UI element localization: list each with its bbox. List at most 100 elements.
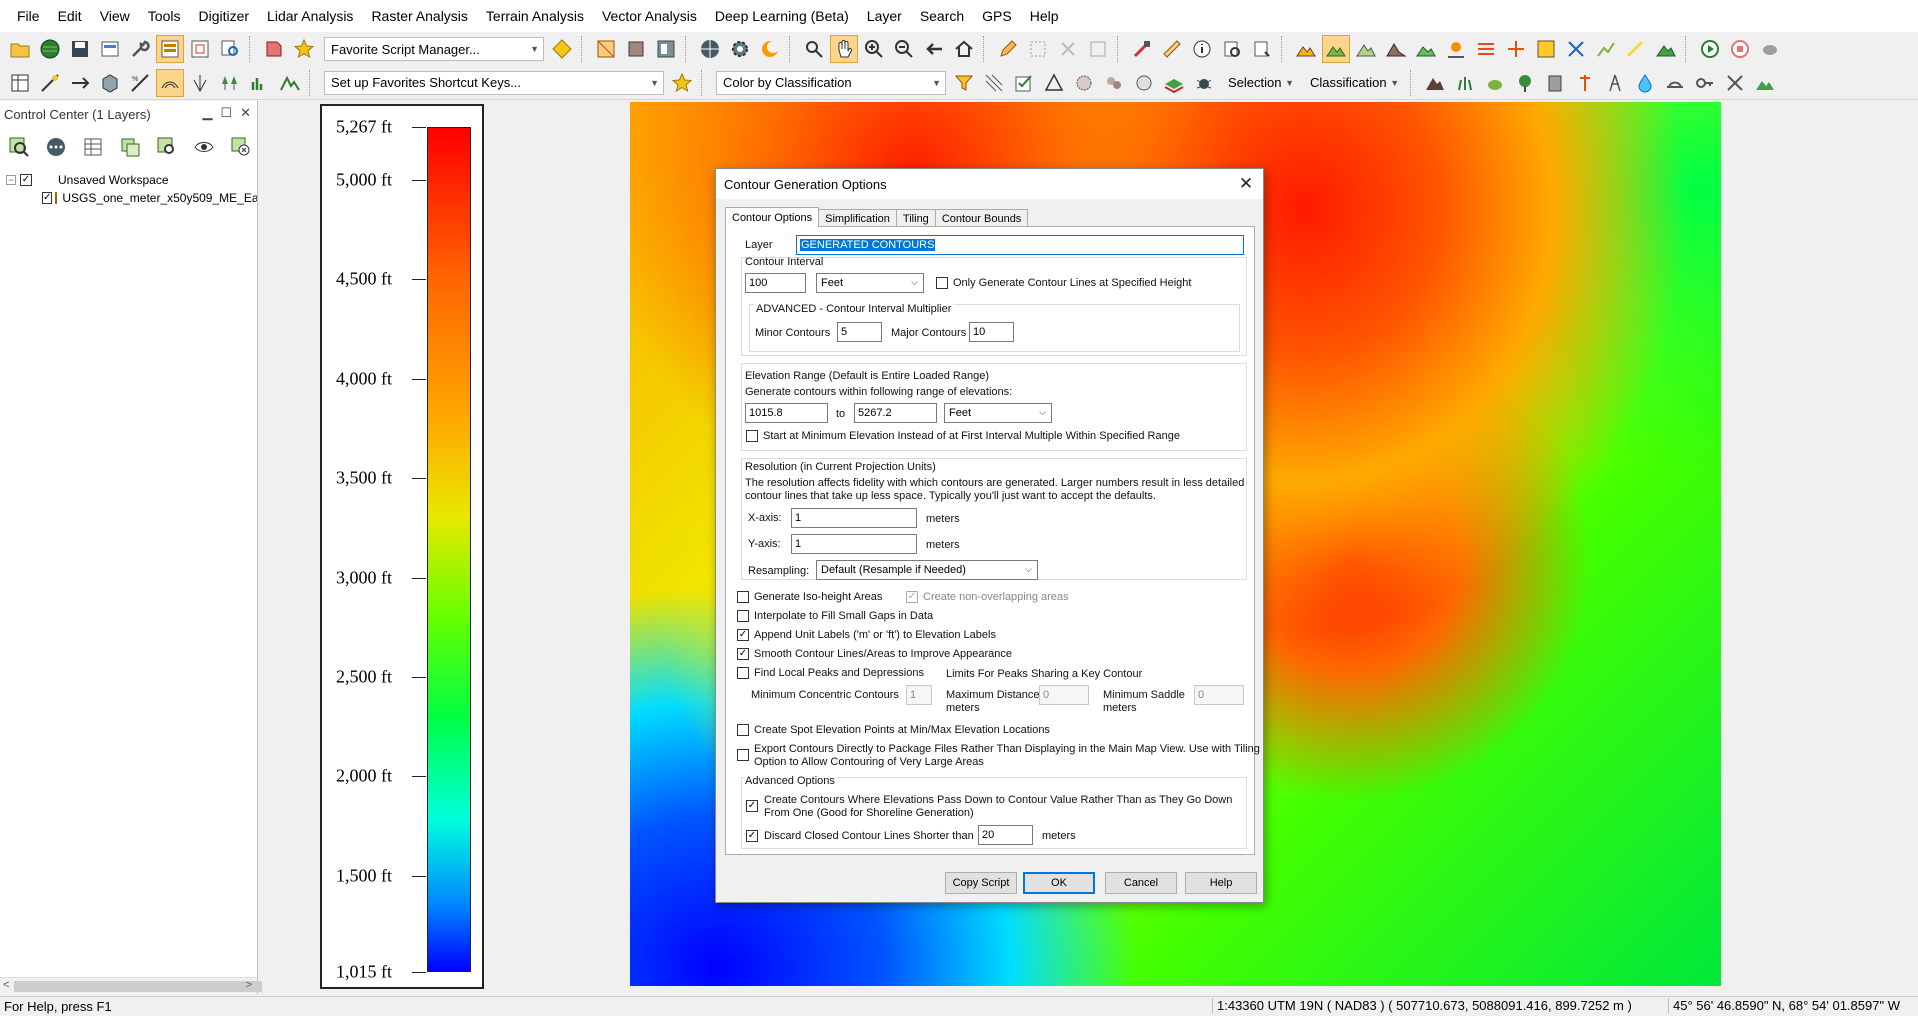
close-icon[interactable]: ✕ — [1235, 173, 1257, 195]
terrain-profile-icon[interactable] — [1751, 69, 1779, 97]
lidar-icon[interactable] — [186, 69, 214, 97]
water-drop-icon[interactable] — [1631, 69, 1659, 97]
bug-icon[interactable] — [1190, 69, 1218, 97]
help-button[interactable]: Help — [1185, 872, 1257, 894]
menu-edit[interactable]: Edit — [49, 8, 91, 24]
filter-funnel-icon[interactable] — [950, 69, 978, 97]
config-gear-icon[interactable] — [726, 35, 754, 63]
discard-length-input[interactable]: 20 — [978, 825, 1033, 845]
elevation-unit-select[interactable]: Feet ⌵ — [944, 403, 1052, 423]
script-run-icon[interactable] — [260, 35, 288, 63]
vector-tool-icon[interactable] — [36, 69, 64, 97]
back-arrow-icon[interactable] — [920, 35, 948, 63]
menu-raster-analysis[interactable]: Raster Analysis — [362, 8, 476, 24]
contour-tool-icon[interactable] — [156, 68, 184, 97]
terrain-3-icon[interactable] — [1352, 35, 1380, 63]
feature-edit-icon[interactable] — [1084, 35, 1112, 63]
export-packages-checkbox[interactable] — [737, 749, 749, 761]
zoom-select-icon[interactable] — [800, 35, 828, 63]
non-overlapping-checkbox[interactable]: ✓ — [906, 591, 918, 603]
zoom-in-icon[interactable] — [860, 35, 888, 63]
home-icon[interactable] — [950, 35, 978, 63]
grass-icon[interactable] — [1451, 69, 1479, 97]
max-distance-input[interactable]: 0 — [1039, 685, 1089, 705]
menu-digitizer[interactable]: Digitizer — [189, 8, 258, 24]
visibility-eye-icon[interactable] — [189, 132, 218, 162]
terrain-9-icon[interactable] — [1532, 35, 1560, 63]
resampling-select[interactable]: Default (Resample if Needed) ⌵ — [816, 560, 1038, 580]
zoom-out-icon[interactable] — [890, 35, 918, 63]
script-favorite-icon[interactable] — [290, 35, 318, 63]
stop-icon[interactable] — [1726, 35, 1754, 63]
cancel-button[interactable]: Cancel — [1105, 872, 1177, 894]
min-saddle-input[interactable]: 0 — [1194, 685, 1244, 705]
workspace-checkbox[interactable]: ✓ — [20, 174, 32, 186]
run-script-diamond-icon[interactable] — [548, 35, 576, 63]
sun-shader-icon[interactable] — [756, 35, 784, 63]
terrain-13-icon[interactable] — [1652, 35, 1680, 63]
menu-terrain-analysis[interactable]: Terrain Analysis — [477, 8, 593, 24]
spot-elevation-checkbox[interactable] — [737, 724, 749, 736]
tab-simplification[interactable]: Simplification — [818, 209, 897, 227]
select-box-icon[interactable] — [1024, 35, 1052, 63]
y-axis-input[interactable]: 1 — [791, 534, 917, 554]
minor-contours-input[interactable]: 5 — [837, 322, 882, 342]
tree-icon[interactable] — [1511, 69, 1539, 97]
tab-tiling[interactable]: Tiling — [895, 209, 936, 227]
menu-tools[interactable]: Tools — [139, 8, 190, 24]
scroll-right-icon[interactable]: > — [246, 979, 252, 991]
control-center-icon[interactable] — [156, 35, 184, 63]
x-axis-input[interactable]: 1 — [791, 508, 917, 528]
find-layer-icon[interactable] — [152, 132, 181, 162]
classification-dropdown[interactable]: Classification ▼ — [1302, 75, 1407, 90]
terrain-7-icon[interactable] — [1472, 35, 1500, 63]
menu-deep-learning-beta[interactable]: Deep Learning (Beta) — [706, 8, 858, 24]
favorite-star-icon[interactable] — [668, 69, 696, 97]
tab-contour-bounds[interactable]: Contour Bounds — [934, 209, 1029, 227]
clear-class-icon[interactable] — [1721, 69, 1749, 97]
path-profile-icon[interactable] — [1248, 35, 1276, 63]
open-folder-icon[interactable] — [6, 35, 34, 63]
elevation-min-input[interactable]: 1015.8 — [745, 403, 828, 423]
cluster-icon[interactable] — [1100, 69, 1128, 97]
point-cloud-icon[interactable] — [1070, 69, 1098, 97]
tree-layer-row[interactable]: ✓ USGS_one_meter_x50y509_ME_Eastern_B1_2… — [6, 189, 257, 207]
grid-hatch-icon[interactable] — [980, 69, 1008, 97]
color-by-combo[interactable]: Color by Classification ▼ — [716, 70, 946, 95]
close-layer-icon[interactable] — [226, 132, 255, 162]
bars-chart-icon[interactable] — [246, 69, 274, 97]
trees-icon[interactable] — [216, 69, 244, 97]
bridge-icon[interactable] — [1661, 69, 1689, 97]
smooth-checkbox[interactable]: ✓ — [737, 648, 749, 660]
measure-ruler-icon[interactable] — [1158, 35, 1186, 63]
start-at-min-checkbox[interactable] — [746, 430, 758, 442]
layer-name-input[interactable]: GENERATED CONTOURS — [796, 235, 1244, 255]
terrain-2-icon[interactable] — [1322, 35, 1350, 63]
info-icon[interactable] — [1188, 35, 1216, 63]
key-icon[interactable] — [1691, 69, 1719, 97]
slope-icon[interactable]: % — [126, 69, 154, 97]
mountain-outline-icon[interactable] — [276, 69, 304, 97]
scrollbar-thumb[interactable] — [14, 981, 262, 992]
path-tool-icon[interactable] — [66, 69, 94, 97]
min-concentric-input[interactable]: 1 — [906, 685, 932, 705]
terrain-6-icon[interactable] — [1442, 35, 1470, 63]
view-3d-icon[interactable] — [96, 69, 124, 97]
horizontal-scrollbar[interactable]: < > — [0, 977, 262, 994]
shrub-icon[interactable] — [1481, 69, 1509, 97]
layers-stack-icon[interactable] — [1160, 69, 1188, 97]
terrain-11-icon[interactable] — [1592, 35, 1620, 63]
digitize-icon[interactable] — [1128, 35, 1156, 63]
favorites-shortcut-combo[interactable]: Set up Favorites Shortcut Keys... ▼ — [324, 70, 664, 95]
projection-globe-icon[interactable] — [696, 35, 724, 63]
interval-unit-select[interactable]: Feet ⌵ — [816, 273, 924, 293]
menu-layer[interactable]: Layer — [858, 8, 911, 24]
attribute-table-icon[interactable] — [78, 132, 107, 162]
menu-gps[interactable]: GPS — [973, 8, 1021, 24]
append-units-checkbox[interactable]: ✓ — [737, 629, 749, 641]
layer-checkbox[interactable]: ✓ — [42, 192, 53, 204]
classify-ground-icon[interactable] — [1130, 69, 1158, 97]
terrain-5-icon[interactable] — [1412, 35, 1440, 63]
minimize-icon[interactable]: ▁ — [202, 105, 212, 121]
menu-vector-analysis[interactable]: Vector Analysis — [593, 8, 706, 24]
